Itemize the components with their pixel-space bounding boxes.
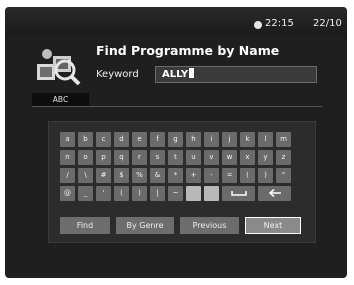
key-dollar[interactable]: $ [114,168,129,183]
key-g[interactable]: g [168,132,183,147]
search-programme-icon [37,49,81,86]
key-p[interactable]: p [96,150,111,165]
key-y[interactable]: y [258,150,273,165]
divider [32,106,322,107]
clock-icon [254,21,262,29]
key-asterisk[interactable]: * [168,168,183,183]
key-backslash[interactable]: \ [78,168,93,183]
key-f[interactable]: f [150,132,165,147]
key-ampersand[interactable]: & [150,168,165,183]
key-q[interactable]: q [114,150,129,165]
key-z[interactable]: z [276,150,291,165]
key-hash[interactable]: # [96,168,111,183]
key-blank-2[interactable] [204,186,219,201]
key-u[interactable]: u [186,150,201,165]
key-b[interactable]: b [78,132,93,147]
previous-button[interactable]: Previous [180,217,239,234]
page-title: Find Programme by Name [96,43,280,58]
key-j[interactable]: j [222,132,237,147]
key-t[interactable]: t [168,150,183,165]
backspace-key[interactable] [258,186,291,201]
space-key[interactable] [222,186,255,201]
find-button[interactable]: Find [60,217,110,234]
key-quote[interactable]: " [276,168,291,183]
key-i[interactable]: i [204,132,219,147]
key-s[interactable]: s [150,150,165,165]
key-o[interactable]: o [78,150,93,165]
key-plus[interactable]: + [186,168,201,183]
key-a[interactable]: a [60,132,75,147]
backspace-arrow-icon [268,188,281,198]
keyword-label: Keyword [96,69,139,80]
status-bar: 22:15 22/10 [5,7,347,36]
time: 22:15 [265,18,294,29]
key-percent[interactable]: % [132,168,147,183]
key-pipe[interactable]: | [150,186,165,201]
key-k[interactable]: k [240,132,255,147]
date: 22/10 [313,18,342,29]
key-open-paren[interactable]: ( [240,168,255,183]
key-slash[interactable]: / [60,168,75,183]
key-minus[interactable]: - [204,168,219,183]
key-w[interactable]: w [222,150,237,165]
key-c[interactable]: c [96,132,111,147]
key-e[interactable]: e [132,132,147,147]
key-v[interactable]: v [204,150,219,165]
key-blank-1[interactable] [186,186,201,201]
next-button[interactable]: Next [245,217,301,234]
key-close-paren[interactable]: ) [258,168,273,183]
key-r[interactable]: r [132,150,147,165]
key-l[interactable]: l [258,132,273,147]
by-genre-button[interactable]: By Genre [116,217,174,234]
key-underscore[interactable]: _ [78,186,93,201]
key-x[interactable]: x [240,150,255,165]
key-apostrophe[interactable]: ' [96,186,111,201]
key-d[interactable]: d [114,132,129,147]
key-h[interactable]: h [186,132,201,147]
key-tilde[interactable]: ~ [168,186,183,201]
text-cursor [189,68,195,78]
key-close-paren-2[interactable]: ) [132,186,147,201]
key-equals[interactable]: = [222,168,237,183]
space-bar-icon [230,191,247,196]
key-open-paren-2[interactable]: ( [114,186,129,201]
key-at[interactable]: @ [60,186,75,201]
keyword-field[interactable]: ALLY [155,66,317,83]
keyword-value: ALLY [162,68,195,80]
key-m[interactable]: m [276,132,291,147]
key-n[interactable]: n [60,150,75,165]
screen: 22:15 22/10 Find Programme by Name Keywo… [5,7,347,278]
tab-abc[interactable]: ABC [32,93,89,106]
